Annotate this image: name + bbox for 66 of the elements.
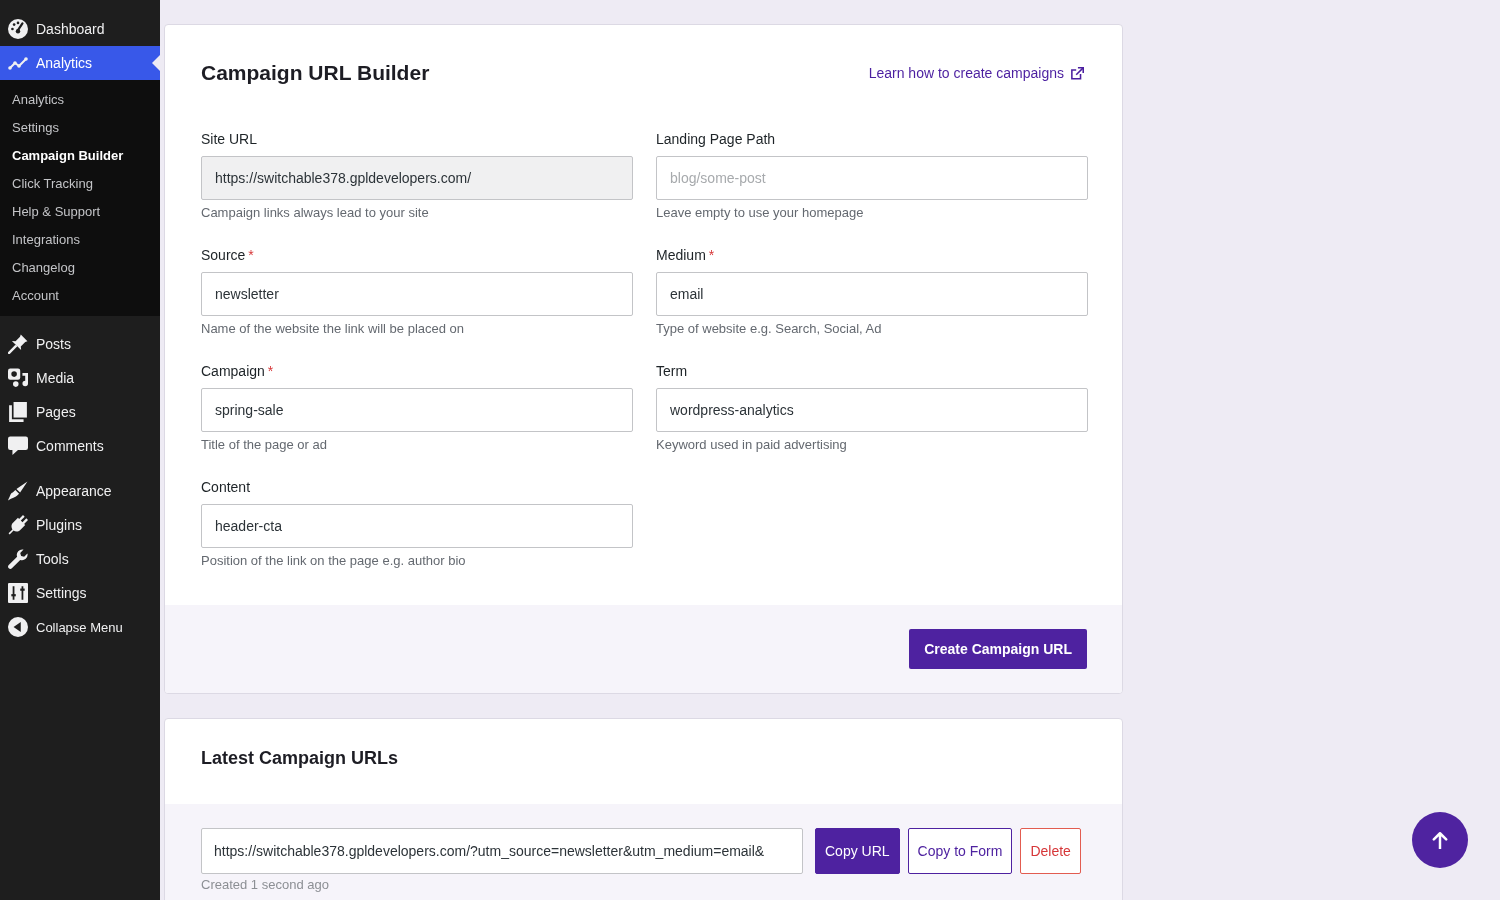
arrow-up-icon bbox=[1432, 831, 1448, 849]
external-link-icon bbox=[1071, 66, 1084, 80]
help-text: Type of website e.g. Search, Social, Ad bbox=[656, 321, 883, 337]
input-field[interactable]: wordpress-analytics bbox=[656, 388, 1088, 432]
menu-item[interactable]: Analytics bbox=[0, 46, 160, 80]
help-text: Name of the website the link will be placed on bbox=[201, 321, 466, 337]
submenu-item[interactable]: Integrations bbox=[0, 226, 160, 254]
input-field[interactable]: blog/some-post bbox=[656, 156, 1088, 200]
menu-item[interactable]: Tools bbox=[0, 542, 160, 576]
submenu-item[interactable]: Help & Support bbox=[0, 198, 160, 226]
speech-bubble-icon bbox=[8, 436, 28, 456]
gauge-icon bbox=[8, 19, 28, 39]
collapse-menu-button[interactable]: Collapse Menu bbox=[0, 610, 160, 644]
scroll-to-top-button[interactable] bbox=[1412, 812, 1468, 868]
wrench-icon bbox=[8, 549, 28, 569]
sliders-icon bbox=[8, 583, 28, 603]
input-field[interactable]: email bbox=[656, 272, 1088, 316]
submenu-item[interactable]: Settings bbox=[0, 114, 160, 142]
required-mark: * bbox=[248, 246, 254, 264]
help-text: Leave empty to use your homepage bbox=[656, 205, 865, 221]
line-chart-icon bbox=[8, 56, 28, 70]
menu-item[interactable]: Plugins bbox=[0, 508, 160, 542]
copy-url-button[interactable]: Copy URL bbox=[815, 828, 900, 874]
menu-item[interactable]: Appearance bbox=[0, 474, 160, 508]
camera-music-icon bbox=[8, 368, 28, 388]
help-text: Title of the page or ad bbox=[201, 437, 328, 453]
help-text: Campaign links always lead to your site bbox=[201, 205, 430, 221]
documents-icon bbox=[8, 402, 28, 422]
copy-to-form-button[interactable]: Copy to Form bbox=[907, 828, 1013, 874]
menu-item[interactable]: Dashboard bbox=[0, 12, 160, 46]
field-label: Site URL bbox=[201, 130, 258, 148]
field-label: Campaign bbox=[201, 362, 265, 380]
delete-button[interactable]: Delete bbox=[1020, 828, 1081, 874]
pushpin-icon bbox=[8, 334, 28, 354]
field-label: Medium bbox=[656, 246, 706, 264]
submenu-item[interactable]: Account bbox=[0, 282, 160, 310]
field-label: Source bbox=[201, 246, 246, 264]
field-label: Landing Page Path bbox=[656, 130, 776, 148]
card-title: Latest Campaign URLs bbox=[201, 747, 400, 769]
menu-item[interactable]: Comments bbox=[0, 429, 160, 463]
menu-item[interactable]: Pages bbox=[0, 395, 160, 429]
paintbrush-icon bbox=[8, 481, 28, 501]
required-mark: * bbox=[708, 246, 715, 264]
plug-icon bbox=[8, 515, 28, 535]
menu-item[interactable]: Media bbox=[0, 361, 160, 395]
field-label: Content bbox=[201, 478, 251, 496]
created-time: Created 1 second ago bbox=[201, 877, 330, 893]
help-text: Position of the link on the page e.g. author bio bbox=[201, 553, 467, 569]
card-title: Campaign URL Builder bbox=[201, 61, 430, 85]
current-pointer-icon bbox=[152, 55, 160, 71]
left-arrow-circle-icon bbox=[8, 617, 28, 637]
submenu-item[interactable]: Changelog bbox=[0, 254, 160, 282]
input-field[interactable]: spring-sale bbox=[201, 388, 633, 432]
required-mark: * bbox=[267, 362, 274, 380]
create-url-button[interactable]: Create Campaign URL bbox=[909, 629, 1087, 669]
input-field[interactable]: header-cta bbox=[201, 504, 633, 548]
menu-item[interactable]: Posts bbox=[0, 327, 160, 361]
menu-item[interactable]: Settings bbox=[0, 576, 160, 610]
help-link[interactable]: Learn how to create campaigns bbox=[868, 65, 1084, 81]
field-label: Term bbox=[656, 362, 688, 380]
url-field[interactable]: https://switchable378.gpldevelopers.com/?utm_source=newsletter&utm_medium=email& bbox=[201, 828, 803, 874]
submenu-item[interactable]: Analytics bbox=[0, 86, 160, 114]
submenu-item[interactable]: Campaign Builder bbox=[0, 142, 160, 170]
help-text: Keyword used in paid advertising bbox=[656, 437, 848, 453]
submenu-item[interactable]: Click Tracking bbox=[0, 170, 160, 198]
input-field[interactable]: newsletter bbox=[201, 272, 633, 316]
